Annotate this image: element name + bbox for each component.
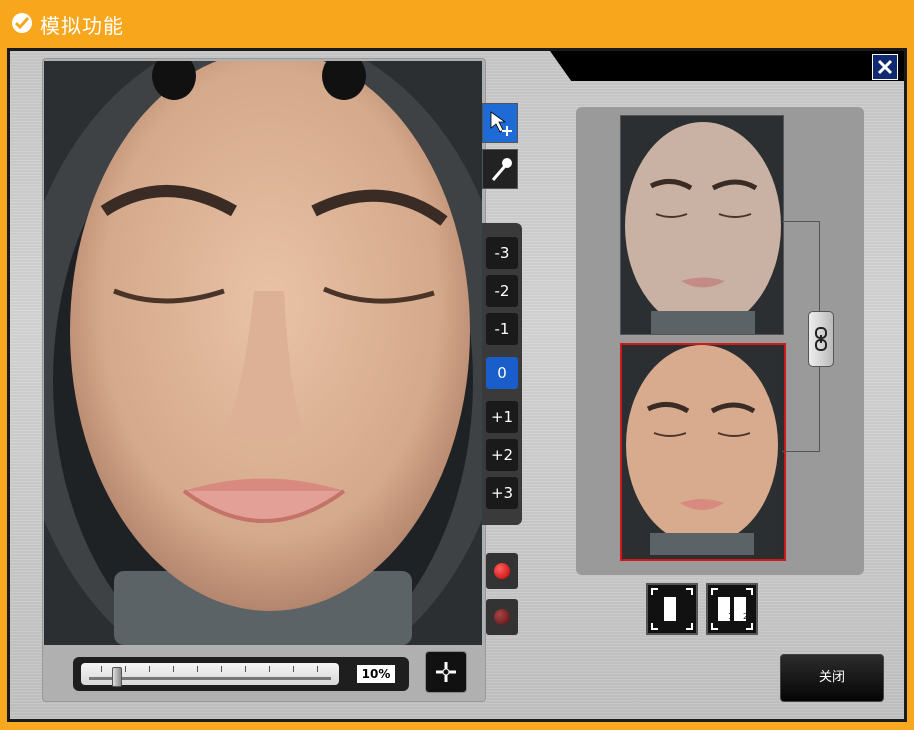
- zoom-slider[interactable]: [81, 663, 339, 687]
- zoom-value: 10%: [357, 665, 395, 683]
- slider-tick: [197, 666, 198, 672]
- slider-tick: [101, 666, 102, 672]
- thumbnail-1[interactable]: [620, 115, 784, 335]
- slider-tick: [245, 666, 246, 672]
- single-view-icon: [651, 588, 693, 630]
- compare-panel: [576, 107, 864, 575]
- slider-tick: [269, 666, 270, 672]
- link-toggle-button[interactable]: [808, 311, 834, 367]
- record-dark-button[interactable]: [486, 599, 518, 635]
- check-circle-icon: [12, 13, 32, 33]
- face-photo-main[interactable]: [44, 61, 482, 645]
- slider-track-line: [89, 677, 331, 680]
- split-view-icon: [711, 588, 753, 630]
- slider-tick: [317, 666, 318, 672]
- step-button[interactable]: -2: [486, 275, 518, 307]
- single-view-button[interactable]: [646, 583, 698, 635]
- step-button[interactable]: -3: [486, 237, 518, 269]
- slider-tick: [149, 666, 150, 672]
- link-connector: [819, 365, 820, 451]
- record-red-icon: [494, 563, 510, 579]
- crosshair-add-icon: [436, 662, 456, 682]
- zoom-slider-thumb[interactable]: [112, 667, 123, 687]
- step-button-active[interactable]: 0: [486, 357, 518, 389]
- level-steps: -3 -2 -1 0 +1 +2 +3: [482, 223, 522, 525]
- thumbnail-2-selected[interactable]: [620, 343, 786, 561]
- close-button[interactable]: 关闭: [780, 654, 884, 702]
- eyedropper-tool[interactable]: [482, 149, 518, 189]
- slider-tick: [173, 666, 174, 672]
- split-view-button[interactable]: [706, 583, 758, 635]
- main-viewer: 10%: [42, 58, 486, 702]
- eyedropper-icon: [491, 158, 512, 181]
- step-button[interactable]: +2: [486, 439, 518, 471]
- title-bar: 模拟功能: [0, 0, 914, 48]
- link-icon: [815, 327, 827, 351]
- slider-tick: [221, 666, 222, 672]
- step-button[interactable]: -1: [486, 313, 518, 345]
- slider-tick: [293, 666, 294, 672]
- split-view-digit: 1: [728, 612, 734, 621]
- single-view-digit: 1: [677, 612, 683, 621]
- pointer-add-tool[interactable]: [482, 103, 518, 143]
- link-connector: [782, 221, 820, 222]
- close-icon[interactable]: [872, 54, 898, 80]
- step-button[interactable]: +1: [486, 401, 518, 433]
- record-button[interactable]: [486, 553, 518, 589]
- pointer-add-icon: [490, 111, 512, 136]
- record-dark-icon: [494, 609, 510, 625]
- zoom-slider-area: 10%: [73, 657, 409, 691]
- top-strip: [550, 51, 904, 81]
- main-panel: 10% -3 -2 -1 0 +1 +2 +3 1 1 2 关闭: [10, 51, 904, 719]
- slider-tick: [125, 666, 126, 672]
- split-view-digit: 2: [743, 612, 749, 621]
- step-button[interactable]: +3: [486, 477, 518, 509]
- link-connector: [782, 451, 820, 452]
- link-connector: [819, 221, 820, 311]
- window-title: 模拟功能: [40, 14, 124, 38]
- crosshair-add-button[interactable]: [425, 651, 467, 693]
- main-frame: 10% -3 -2 -1 0 +1 +2 +3 1 1 2 关闭: [7, 48, 907, 722]
